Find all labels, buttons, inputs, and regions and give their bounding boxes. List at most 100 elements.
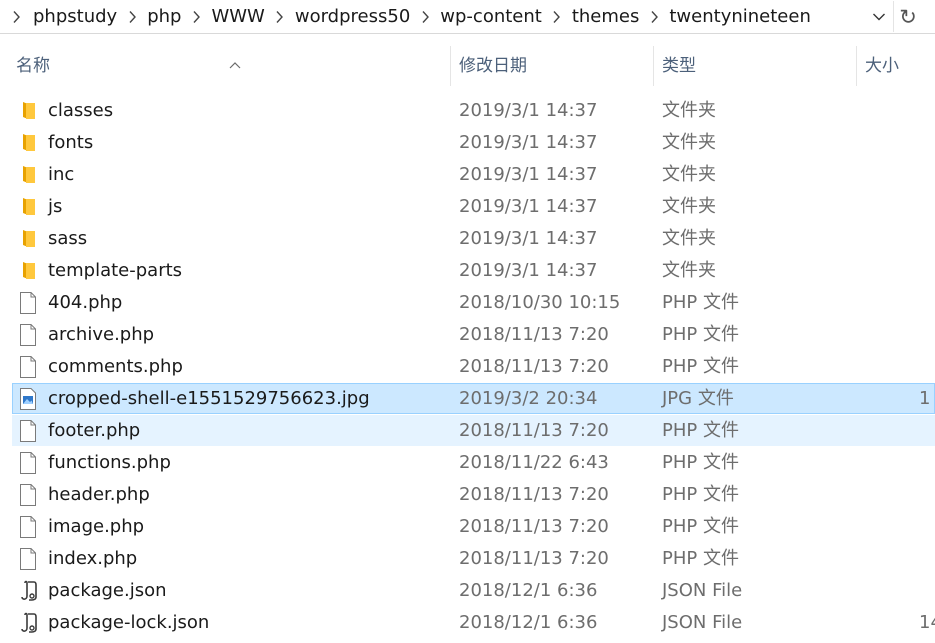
file-row[interactable]: comments.php 2018/11/13 7:20 PHP 文件 bbox=[12, 351, 935, 382]
file-icon bbox=[19, 484, 39, 506]
column-header-date-label: 修改日期 bbox=[459, 56, 527, 76]
file-icon bbox=[19, 292, 39, 314]
file-row[interactable]: archive.php 2018/11/13 7:20 PHP 文件 bbox=[12, 319, 935, 350]
file-row[interactable]: cropped-shell-e1551529756623.jpg 2019/3/2… bbox=[12, 383, 935, 414]
file-date-modified: 2019/3/1 14:37 bbox=[459, 196, 598, 217]
file-row[interactable]: index.php 2018/11/13 7:20 PHP 文件 bbox=[12, 543, 935, 574]
file-date-modified: 2018/11/13 7:20 bbox=[459, 420, 609, 441]
file-type: 文件夹 bbox=[662, 164, 716, 185]
file-row[interactable]: 404.php 2018/10/30 10:15 PHP 文件 bbox=[12, 287, 935, 318]
file-icon bbox=[19, 516, 39, 538]
column-headers: 名称 修改日期 类型 大小 bbox=[0, 46, 935, 86]
folder-icon bbox=[19, 100, 39, 122]
file-icon bbox=[19, 548, 39, 570]
folder-icon bbox=[19, 164, 39, 186]
file-name: js bbox=[48, 196, 63, 217]
chevron-right-icon[interactable] bbox=[266, 0, 294, 33]
file-date-modified: 2018/11/13 7:20 bbox=[459, 324, 609, 345]
chevron-right-icon[interactable] bbox=[543, 0, 571, 33]
file-name: sass bbox=[48, 228, 88, 249]
file-row[interactable]: functions.php 2018/11/22 6:43 PHP 文件 bbox=[12, 447, 935, 478]
breadcrumb-item[interactable]: WWW bbox=[210, 0, 265, 33]
file-type: PHP 文件 bbox=[662, 356, 739, 377]
file-name: 404.php bbox=[48, 292, 123, 313]
file-type: PHP 文件 bbox=[662, 420, 739, 441]
file-name: template-parts bbox=[48, 260, 183, 281]
refresh-button[interactable]: ↻ bbox=[893, 1, 922, 32]
file-type: PHP 文件 bbox=[662, 324, 739, 345]
breadcrumb-item[interactable]: wp-content bbox=[439, 0, 543, 33]
address-bar[interactable]: phpstudy php WWW wordpress50 wp-content theme… bbox=[0, 0, 935, 34]
file-icon bbox=[19, 420, 39, 442]
refresh-icon: ↻ bbox=[899, 4, 917, 29]
file-date-modified: 2018/11/13 7:20 bbox=[459, 548, 609, 569]
chevron-right-icon[interactable] bbox=[0, 0, 32, 33]
file-name: package.json bbox=[48, 580, 167, 601]
file-date-modified: 2018/11/22 6:43 bbox=[459, 452, 609, 473]
file-row[interactable]: image.php 2018/11/13 7:20 PHP 文件 bbox=[12, 511, 935, 542]
file-type: 文件夹 bbox=[662, 260, 716, 281]
chevron-right-icon[interactable] bbox=[640, 0, 668, 33]
breadcrumb-item[interactable]: twentynineteen bbox=[668, 0, 811, 33]
image-file-icon bbox=[19, 388, 39, 410]
folder-icon bbox=[19, 132, 39, 154]
file-date-modified: 2018/11/13 7:20 bbox=[459, 356, 609, 377]
file-row[interactable]: package-lock.json 2018/12/1 6:36 JSON File… bbox=[12, 607, 935, 638]
file-icon bbox=[19, 452, 39, 474]
address-history-dropdown[interactable] bbox=[866, 1, 892, 32]
sort-ascending-icon bbox=[229, 44, 241, 84]
file-icon bbox=[19, 324, 39, 346]
breadcrumb-item[interactable]: phpstudy bbox=[32, 0, 118, 33]
column-header-date[interactable]: 修改日期 bbox=[451, 46, 653, 86]
file-name: image.php bbox=[48, 516, 145, 537]
file-date-modified: 2018/12/1 6:36 bbox=[459, 580, 598, 601]
file-row[interactable]: sass 2019/3/1 14:37 文件夹 bbox=[12, 223, 935, 254]
file-name: comments.php bbox=[48, 356, 183, 377]
file-date-modified: 2018/12/1 6:36 bbox=[459, 612, 598, 633]
file-type: 文件夹 bbox=[662, 228, 716, 249]
breadcrumb-item[interactable]: php bbox=[146, 0, 182, 33]
file-date-modified: 2018/11/13 7:20 bbox=[459, 516, 609, 537]
file-type: 文件夹 bbox=[662, 132, 716, 153]
file-date-modified: 2019/3/1 14:37 bbox=[459, 228, 598, 249]
chevron-down-icon bbox=[872, 7, 886, 26]
file-date-modified: 2019/3/2 20:34 bbox=[459, 388, 598, 409]
file-name: cropped-shell-e1551529756623.jpg bbox=[48, 388, 370, 409]
chevron-right-icon[interactable] bbox=[411, 0, 439, 33]
breadcrumb: phpstudy php WWW wordpress50 wp-content theme… bbox=[0, 0, 812, 33]
file-name: inc bbox=[48, 164, 75, 185]
column-header-name[interactable]: 名称 bbox=[8, 46, 450, 86]
json-file-icon bbox=[19, 580, 39, 602]
breadcrumb-item[interactable]: themes bbox=[571, 0, 641, 33]
breadcrumb-item[interactable]: wordpress50 bbox=[294, 0, 411, 33]
file-type: PHP 文件 bbox=[662, 516, 739, 537]
file-row[interactable]: header.php 2018/11/13 7:20 PHP 文件 bbox=[12, 479, 935, 510]
file-type: 文件夹 bbox=[662, 196, 716, 217]
file-date-modified: 2019/3/1 14:37 bbox=[459, 132, 598, 153]
file-name: package-lock.json bbox=[48, 612, 210, 633]
folder-icon bbox=[19, 196, 39, 218]
file-row[interactable]: package.json 2018/12/1 6:36 JSON File bbox=[12, 575, 935, 606]
chevron-right-icon[interactable] bbox=[182, 0, 210, 33]
file-type: PHP 文件 bbox=[662, 452, 739, 473]
file-size: 14 bbox=[919, 612, 935, 633]
column-header-type[interactable]: 类型 bbox=[654, 46, 856, 86]
file-name: fonts bbox=[48, 132, 94, 153]
file-row[interactable]: footer.php 2018/11/13 7:20 PHP 文件 bbox=[12, 415, 935, 446]
file-type: 文件夹 bbox=[662, 100, 716, 121]
column-header-size[interactable]: 大小 bbox=[857, 46, 935, 86]
column-header-type-label: 类型 bbox=[662, 56, 696, 76]
file-name: archive.php bbox=[48, 324, 155, 345]
file-row[interactable]: js 2019/3/1 14:37 文件夹 bbox=[12, 191, 935, 222]
file-size: 1 bbox=[919, 388, 931, 409]
file-type: PHP 文件 bbox=[662, 548, 739, 569]
chevron-right-icon[interactable] bbox=[118, 0, 146, 33]
column-header-size-label: 大小 bbox=[865, 56, 899, 76]
file-date-modified: 2018/11/13 7:20 bbox=[459, 484, 609, 505]
file-name: header.php bbox=[48, 484, 150, 505]
file-row[interactable]: inc 2019/3/1 14:37 文件夹 bbox=[12, 159, 935, 190]
folder-icon bbox=[19, 228, 39, 250]
file-row[interactable]: template-parts 2019/3/1 14:37 文件夹 bbox=[12, 255, 935, 286]
file-row[interactable]: fonts 2019/3/1 14:37 文件夹 bbox=[12, 127, 935, 158]
file-row[interactable]: classes 2019/3/1 14:37 文件夹 bbox=[12, 95, 935, 126]
